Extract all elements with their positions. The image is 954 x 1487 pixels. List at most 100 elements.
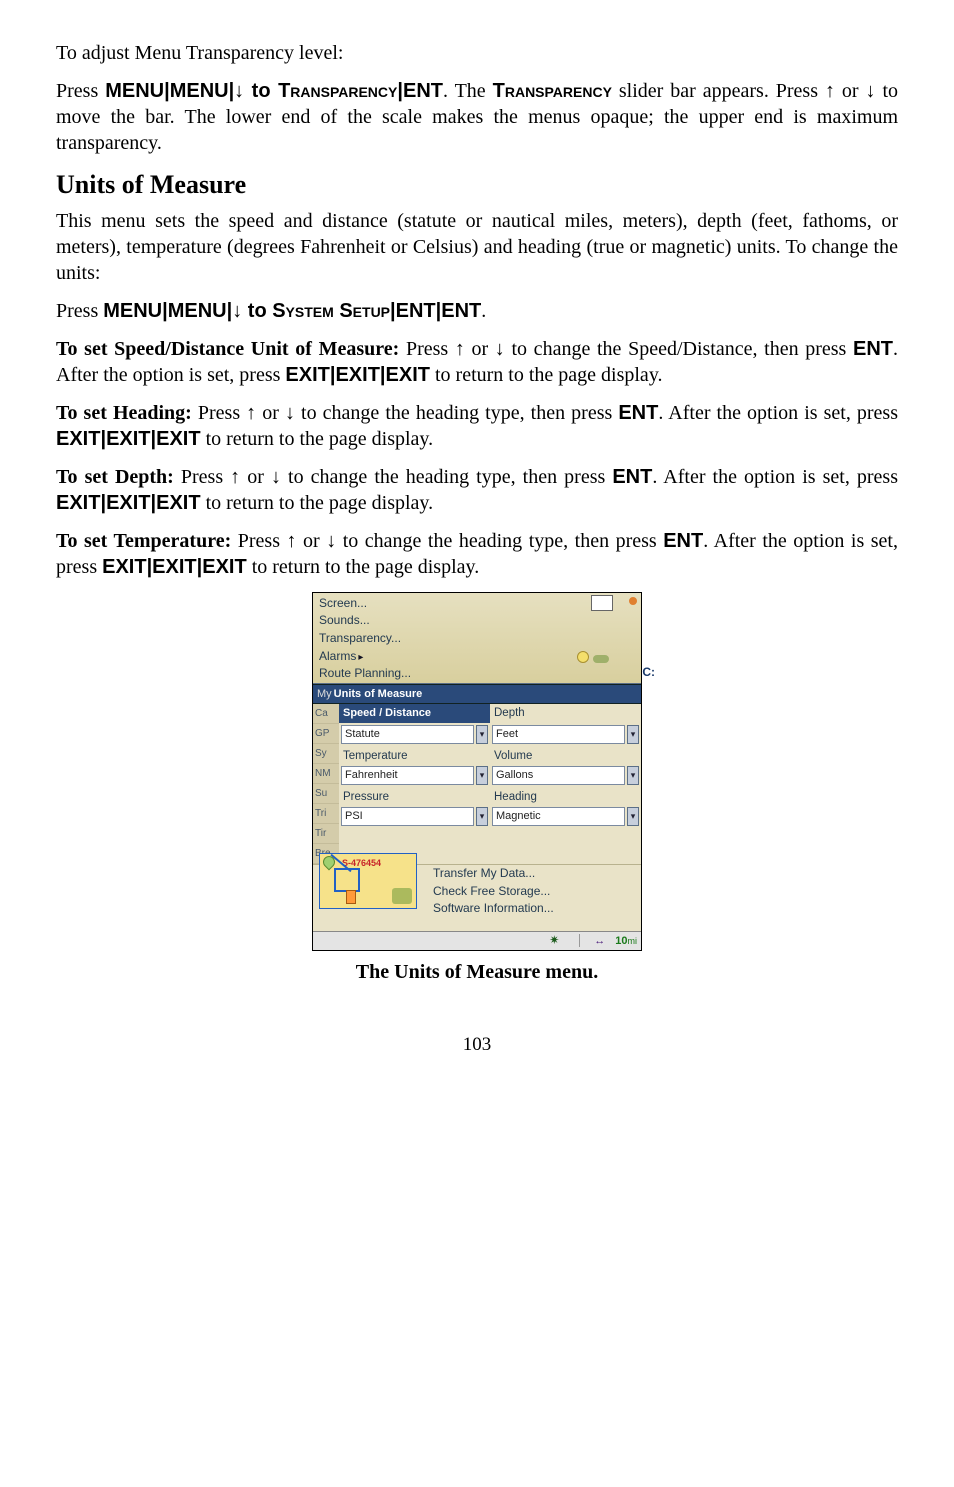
txt: to return to the page display. bbox=[201, 428, 434, 450]
set-temperature: To set Temperature: Press ↑ or ↓ to chan… bbox=[56, 528, 898, 580]
prefix: My bbox=[317, 688, 332, 700]
label: To set Speed/Distance Unit of Measure: bbox=[56, 338, 399, 360]
side-item: Tir bbox=[313, 824, 339, 844]
land-blob-icon bbox=[392, 888, 412, 904]
dropdown-icon[interactable]: ▾ bbox=[627, 766, 639, 785]
dropdown-icon[interactable]: ▾ bbox=[476, 766, 488, 785]
header-speed-distance: Speed / Distance bbox=[339, 704, 490, 723]
page-number: 103 bbox=[56, 1033, 898, 1058]
submenu-arrow-icon: ▸ bbox=[358, 651, 363, 664]
txt: Press bbox=[56, 80, 105, 102]
key-exit: EXIT bbox=[386, 364, 430, 386]
field-temperature[interactable]: Fahrenheit bbox=[341, 766, 474, 785]
menu-item-transparency[interactable]: Transparency... bbox=[317, 630, 637, 648]
dropdown-icon[interactable]: ▾ bbox=[476, 807, 488, 826]
key-ent: ENT bbox=[612, 466, 652, 488]
side-item: GP bbox=[313, 724, 339, 744]
status-bar: ✷ ↔ 10mi bbox=[313, 931, 641, 950]
key-transparency: Transparency bbox=[278, 80, 397, 102]
txt: to return to the page display. bbox=[430, 364, 663, 386]
txt: Press ↑ or ↓ to change the heading type,… bbox=[174, 466, 613, 488]
key-exit: EXIT bbox=[106, 492, 150, 514]
side-item: Ca bbox=[313, 704, 339, 724]
lower-menu: Transfer My Data... Check Free Storage..… bbox=[313, 864, 641, 931]
map-thumbnail: S-476454 bbox=[319, 853, 417, 909]
field-heading[interactable]: Magnetic bbox=[492, 807, 625, 826]
unit: mi bbox=[628, 936, 638, 946]
txt: . The bbox=[443, 80, 493, 102]
units-intro: This menu sets the speed and distance (s… bbox=[56, 208, 898, 286]
units-press: Press MENU|MENU|↓ to System Setup|ENT|EN… bbox=[56, 298, 898, 324]
txt: to return to the page display. bbox=[247, 556, 480, 578]
txt: . bbox=[481, 300, 486, 322]
dropdown-icon[interactable]: ▾ bbox=[627, 725, 639, 744]
field-pressure[interactable]: PSI bbox=[341, 807, 474, 826]
intro-transparency: To adjust Menu Transparency level: bbox=[56, 40, 898, 66]
figure-caption: The Units of Measure menu. bbox=[312, 959, 642, 985]
menu-item-screen[interactable]: Screen... bbox=[317, 595, 637, 613]
key-exit: EXIT bbox=[152, 556, 196, 578]
side-item: NM bbox=[313, 764, 339, 784]
key-transparency: Transparency bbox=[493, 80, 612, 102]
c-label: C: bbox=[642, 665, 655, 681]
dropdown-icon[interactable]: ▾ bbox=[627, 807, 639, 826]
key-system-setup: System Setup bbox=[272, 300, 390, 322]
key-ent: ENT bbox=[618, 402, 658, 424]
key-menu: MENU bbox=[170, 80, 229, 102]
txt: |↓ to bbox=[227, 300, 273, 322]
key-exit: EXIT bbox=[102, 556, 146, 578]
key-exit: EXIT bbox=[56, 428, 100, 450]
key-exit: EXIT bbox=[156, 428, 200, 450]
units-title-bar: MyUnits of Measure bbox=[313, 684, 641, 704]
menu-item-sounds[interactable]: Sounds... bbox=[317, 612, 637, 630]
selection-box-icon bbox=[334, 868, 360, 892]
txt: Press ↑ or ↓ to change the Speed/Distanc… bbox=[399, 338, 853, 360]
txt: |↓ to bbox=[229, 80, 278, 102]
key-ent: ENT bbox=[403, 80, 443, 102]
title: Units of Measure bbox=[334, 688, 423, 700]
header-depth: Depth bbox=[490, 704, 641, 723]
transparency-steps: Press MENU|MENU|↓ to Transparency|ENT. T… bbox=[56, 78, 898, 156]
key-ent: ENT bbox=[441, 300, 481, 322]
field-speed-distance[interactable]: Statute bbox=[341, 725, 474, 744]
label: Alarms bbox=[319, 649, 356, 663]
txt: to return to the page display. bbox=[201, 492, 434, 514]
key-ent: ENT bbox=[396, 300, 436, 322]
field-volume[interactable]: Gallons bbox=[492, 766, 625, 785]
txt: Press ↑ or ↓ to change the heading type,… bbox=[192, 402, 618, 424]
side-item: Tri bbox=[313, 804, 339, 824]
satellite-icon: ✷ bbox=[549, 933, 559, 947]
flag-marker-icon bbox=[346, 890, 356, 904]
status-distance: 10mi bbox=[615, 934, 637, 948]
key-exit: EXIT bbox=[335, 364, 379, 386]
key-exit: EXIT bbox=[56, 492, 100, 514]
label: To set Temperature: bbox=[56, 530, 231, 552]
txt: Press bbox=[56, 300, 103, 322]
indicator-dot-icon bbox=[629, 597, 637, 605]
txt: Press ↑ or ↓ to change the heading type,… bbox=[231, 530, 663, 552]
pan-arrow-icon: ↔ bbox=[594, 934, 605, 948]
screenshot-units-of-measure: Screen... Sounds... Transparency... Alar… bbox=[312, 592, 642, 951]
txt: . After the option is set, press bbox=[658, 402, 898, 424]
flag-icon bbox=[591, 595, 613, 611]
set-speed-distance: To set Speed/Distance Unit of Measure: P… bbox=[56, 336, 898, 388]
side-abbrev-column: Ca GP Sy NM Su Tri Tir Bre bbox=[313, 704, 339, 864]
key-menu: MENU bbox=[168, 300, 227, 322]
units-body: Ca GP Sy NM Su Tri Tir Bre Speed / Dista… bbox=[313, 704, 641, 864]
dropdown-icon[interactable]: ▾ bbox=[476, 725, 488, 744]
key-exit: EXIT bbox=[156, 492, 200, 514]
divider bbox=[579, 934, 580, 947]
key-exit: EXIT bbox=[285, 364, 329, 386]
menu-panel: Screen... Sounds... Transparency... Alar… bbox=[313, 593, 641, 684]
status-icons: ✷ bbox=[549, 933, 565, 949]
set-depth: To set Depth: Press ↑ or ↓ to change the… bbox=[56, 464, 898, 516]
field-depth[interactable]: Feet bbox=[492, 725, 625, 744]
txt: . After the option is set, press bbox=[652, 466, 898, 488]
key-menu: MENU bbox=[105, 80, 164, 102]
set-heading: To set Heading: Press ↑ or ↓ to change t… bbox=[56, 400, 898, 452]
side-item: Su bbox=[313, 784, 339, 804]
heading-units-of-measure: Units of Measure bbox=[56, 168, 898, 202]
label-volume: Volume bbox=[490, 747, 641, 764]
map-marker-icon bbox=[577, 649, 611, 669]
label-heading: Heading bbox=[490, 788, 641, 805]
